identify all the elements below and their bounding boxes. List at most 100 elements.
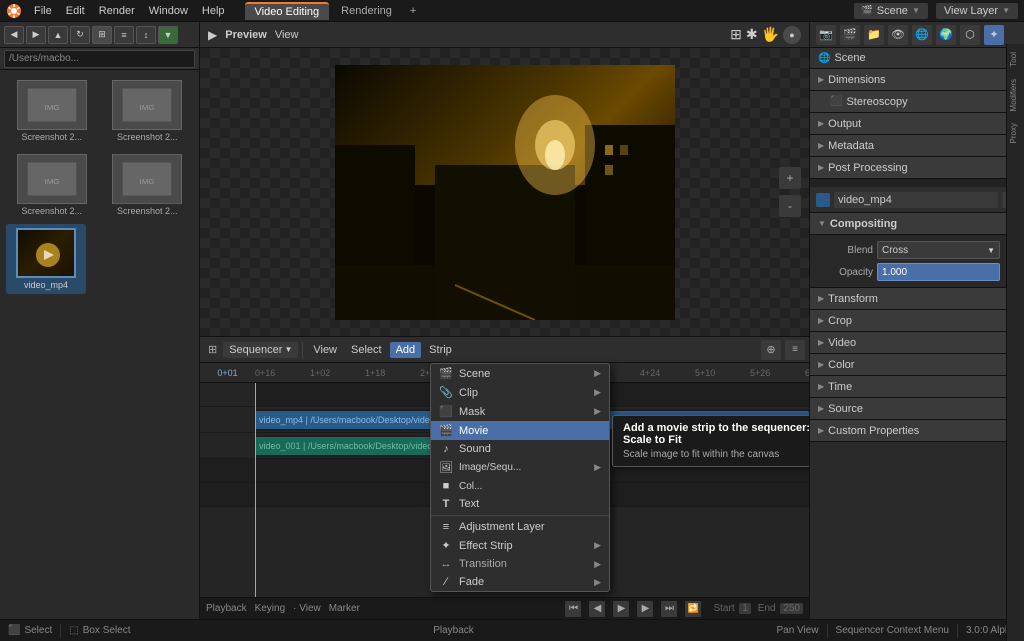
file-nav-up[interactable]: ▲	[48, 26, 68, 44]
props-icon-scene[interactable]: 🌐	[912, 25, 932, 45]
tab-video-editing[interactable]: Video Editing	[245, 2, 330, 20]
add-text[interactable]: T Text	[431, 495, 609, 513]
seq-menu-strip[interactable]: Strip	[423, 342, 458, 358]
section-custom-props[interactable]: ▶ Custom Properties	[810, 420, 1024, 442]
opacity-input[interactable]: 1.000	[877, 263, 1000, 281]
props-icon-object[interactable]: ⬡	[960, 25, 980, 45]
section-stereoscopy[interactable]: ⬛ Stereoscopy	[810, 91, 1024, 113]
section-color[interactable]: ▶ Color	[810, 354, 1024, 376]
section-video[interactable]: ▶ Video	[810, 332, 1024, 354]
section-output[interactable]: ▶ Output	[810, 113, 1024, 135]
view-layer-selector[interactable]: View Layer ▼	[936, 3, 1018, 19]
add-mask[interactable]: ⬛ Mask ▶	[431, 402, 609, 421]
section-transform[interactable]: ▶ Transform	[810, 288, 1024, 310]
file-item[interactable]: IMG Screenshot 2...	[6, 76, 98, 146]
next-frame-btn[interactable]: ▶	[637, 601, 653, 617]
marker-menu[interactable]: Marker	[329, 603, 360, 614]
video-strip-2[interactable]: video_001 | /Users/macbook/Desktop/video…	[255, 437, 449, 455]
seq-menu-view[interactable]: View	[307, 342, 343, 358]
file-refresh[interactable]: ↻	[70, 26, 90, 44]
add-effect-strip[interactable]: ✦ Effect Strip ▶	[431, 536, 609, 555]
preview-icon4[interactable]: ●	[783, 26, 801, 44]
section-source[interactable]: ▶ Source	[810, 398, 1024, 420]
playback-menu[interactable]: Playback	[206, 603, 247, 614]
file-view-list[interactable]: ≡	[114, 26, 134, 44]
menu-help[interactable]: Help	[196, 3, 231, 19]
section-post-processing[interactable]: ▶ Post Processing	[810, 157, 1024, 179]
seq-magnet[interactable]: ⊕	[761, 340, 781, 360]
end-frame[interactable]: 250	[780, 603, 803, 614]
add-movie[interactable]: 🎬 Movie	[431, 421, 609, 440]
section-metadata[interactable]: ▶ Metadata	[810, 135, 1024, 157]
file-item-video[interactable]: video_mp4	[6, 224, 86, 294]
workspace-tabs: Video Editing Rendering +	[245, 2, 423, 20]
add-sound[interactable]: ♪ Sound	[431, 440, 609, 458]
side-tab-modifiers[interactable]: Modifiers	[1009, 75, 1023, 115]
props-icon-particles[interactable]: ✦	[984, 25, 1004, 45]
video-file-name: video_mp4	[24, 280, 68, 290]
compositing-header[interactable]: ▼ Compositing	[810, 213, 1024, 235]
section-time[interactable]: ▶ Time	[810, 376, 1024, 398]
menu-window[interactable]: Window	[143, 3, 194, 19]
file-view-toggle[interactable]: ⊞	[92, 26, 112, 44]
prev-frame-btn[interactable]: ◀	[589, 601, 605, 617]
output-label: Output	[828, 118, 861, 130]
file-item[interactable]: IMG Screenshot 2...	[102, 150, 194, 220]
file-filter[interactable]: ▼	[158, 26, 178, 44]
preview-icon1[interactable]: ⊞	[730, 26, 742, 44]
file-path[interactable]: /Users/macbo...	[4, 50, 195, 68]
file-sort[interactable]: ↕	[136, 26, 156, 44]
props-icon-world[interactable]: 🌍	[936, 25, 956, 45]
section-crop[interactable]: ▶ Crop	[810, 310, 1024, 332]
ruler-mark: 1+18	[365, 368, 420, 378]
section-dimensions[interactable]: ▶ Dimensions	[810, 69, 1024, 91]
tab-rendering[interactable]: Rendering	[331, 3, 402, 19]
file-name: Screenshot 2...	[21, 132, 82, 142]
side-tab-proxy[interactable]: Proxy	[1009, 119, 1023, 147]
zoom-icon[interactable]: +	[779, 167, 801, 189]
menu-edit[interactable]: Edit	[60, 3, 91, 19]
view-menu-bottom[interactable]: · View	[293, 603, 321, 614]
add-fade[interactable]: ∕ Fade ▶	[431, 573, 609, 591]
seq-menu-select[interactable]: Select	[345, 342, 388, 358]
add-image[interactable]: 🖼 Image/Sequ... ▶	[431, 458, 609, 477]
add-clip[interactable]: 📎 Clip ▶	[431, 383, 609, 402]
zoom-out-icon[interactable]: -	[779, 195, 801, 217]
file-item[interactable]: IMG Screenshot 2...	[102, 76, 194, 146]
loop-btn[interactable]: 🔁	[685, 601, 701, 617]
stereoscopy-label: Stereoscopy	[846, 96, 907, 108]
file-item[interactable]: IMG Screenshot 2...	[6, 150, 98, 220]
scene-selector[interactable]: 🎬 Scene ▼	[854, 3, 928, 19]
video-label: Video	[828, 337, 856, 349]
props-icon-render2[interactable]: 🎬	[840, 25, 860, 45]
opacity-label: Opacity	[818, 267, 873, 278]
add-mask-icon: ⬛	[439, 405, 453, 418]
seq-menu-add[interactable]: Add	[390, 342, 422, 358]
file-nav-forward[interactable]: ▶	[26, 26, 46, 44]
preview-editor-icon: ▶	[208, 28, 217, 42]
menu-file[interactable]: File	[28, 3, 58, 19]
start-frame[interactable]: 1	[739, 603, 751, 614]
sequencer-name[interactable]: Sequencer ▼	[223, 342, 298, 358]
seq-icon2[interactable]: ≡	[785, 340, 805, 360]
add-adjustment[interactable]: ≡ Adjustment Layer	[431, 518, 609, 536]
add-scene[interactable]: 🎬 Scene ▶	[431, 364, 609, 383]
add-color[interactable]: ■ Col...	[431, 477, 609, 495]
preview-view-label: View	[275, 29, 299, 41]
props-icon-output[interactable]: 📁	[864, 25, 884, 45]
props-icon-view[interactable]: 👁	[888, 25, 908, 45]
strip-name[interactable]: video_mp4	[834, 192, 998, 208]
first-frame-btn[interactable]: ⏮	[565, 601, 581, 617]
menu-render[interactable]: Render	[93, 3, 141, 19]
tab-add[interactable]: +	[404, 3, 422, 19]
side-tab-tool[interactable]: Tool	[1009, 48, 1023, 71]
preview-icon3[interactable]: 🖐	[762, 26, 779, 44]
last-frame-btn[interactable]: ⏭	[661, 601, 677, 617]
blend-select[interactable]: Cross ▼	[877, 241, 1000, 259]
keying-menu[interactable]: Keying	[255, 603, 286, 614]
props-icon-render[interactable]: 📷	[816, 25, 836, 45]
file-nav-back[interactable]: ◀	[4, 26, 24, 44]
play-btn[interactable]: ▶	[613, 601, 629, 617]
preview-icon2[interactable]: ✱	[746, 26, 758, 44]
add-transition[interactable]: ↔ Transition ▶	[431, 555, 609, 573]
